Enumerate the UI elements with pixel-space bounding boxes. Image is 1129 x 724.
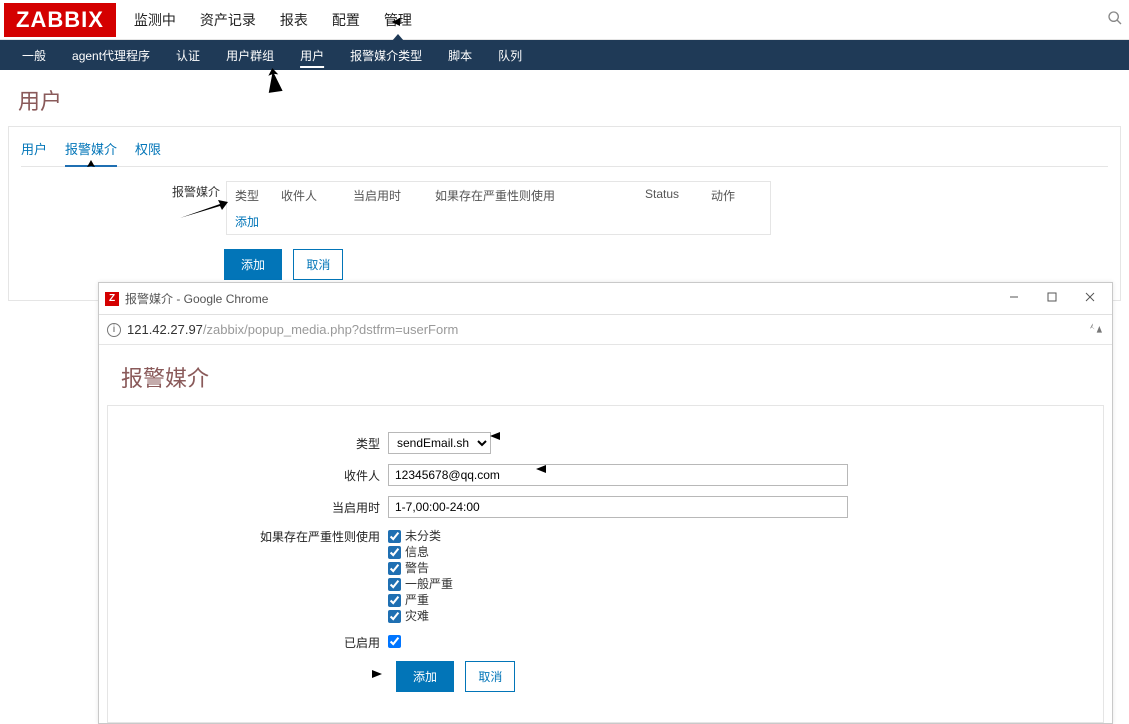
- severity-information[interactable]: [388, 546, 401, 559]
- when-active-input[interactable]: [388, 496, 848, 518]
- subnav-item-scripts[interactable]: 脚本: [446, 40, 474, 71]
- subnav-item-auth[interactable]: 认证: [174, 40, 202, 71]
- url-text: 121.42.27.97/zabbix/popup_media.php?dstf…: [127, 322, 458, 337]
- severity-disaster[interactable]: [388, 610, 401, 623]
- enabled-checkbox[interactable]: [388, 635, 401, 648]
- topnav-item-monitor[interactable]: 监测中: [132, 0, 178, 40]
- topnav-item-reports[interactable]: 报表: [278, 0, 310, 40]
- label-severity: 如果存在严重性则使用: [108, 528, 388, 545]
- subnav-item-proxies[interactable]: agent代理程序: [70, 40, 152, 71]
- tabs: 用户 报警媒介 权限: [21, 135, 1108, 167]
- popup-titlebar: Z 报警媒介 - Google Chrome: [99, 283, 1112, 315]
- zabbix-favicon-icon: Z: [105, 292, 119, 306]
- subnav-item-general[interactable]: 一般: [20, 40, 48, 71]
- topnav-item-config[interactable]: 配置: [330, 0, 362, 40]
- media-table: 类型 收件人 当启用时 如果存在严重性则使用 Status 动作 添加: [226, 181, 771, 235]
- severity-label: 严重: [405, 592, 429, 608]
- label-enabled: 已启用: [108, 634, 388, 651]
- popup-window-title: 报警媒介 - Google Chrome: [125, 290, 268, 307]
- content-card: 用户 报警媒介 权限 报警媒介 类型 收件人 当启用时 如果存在严重性则使用 S…: [8, 126, 1121, 301]
- popup-heading: 报警媒介: [99, 345, 1112, 399]
- severity-warning[interactable]: [388, 562, 401, 575]
- severity-checkboxes: 未分类 信息 警告 一般严重 严重 灾难: [388, 528, 453, 624]
- add-button[interactable]: 添加: [224, 249, 282, 280]
- top-header: ZABBIX 监测中 资产记录 报表 配置 管理: [0, 0, 1129, 40]
- search-icon[interactable]: [1107, 10, 1123, 29]
- topnav-item-admin[interactable]: 管理: [382, 0, 414, 40]
- label-recipient: 收件人: [108, 467, 388, 484]
- severity-label: 未分类: [405, 528, 441, 544]
- media-col-whenactive: 当启用时: [353, 187, 435, 204]
- maximize-icon[interactable]: [1034, 283, 1070, 311]
- type-select[interactable]: sendEmail.sh: [388, 432, 491, 454]
- label-when: 当启用时: [108, 499, 388, 516]
- page-title: 用户: [0, 70, 1129, 126]
- media-col-type: 类型: [235, 187, 281, 204]
- topnav-item-inventory[interactable]: 资产记录: [198, 0, 258, 40]
- popup-cancel-button[interactable]: 取消: [465, 661, 515, 692]
- media-col-sendto: 收件人: [281, 187, 353, 204]
- logo[interactable]: ZABBIX: [4, 3, 116, 37]
- severity-not-classified[interactable]: [388, 530, 401, 543]
- label-type: 类型: [108, 435, 388, 452]
- media-col-status: Status: [645, 187, 711, 204]
- popup-form: 类型 sendEmail.sh 收件人 当启用时: [107, 405, 1104, 723]
- subnav-item-queue[interactable]: 队列: [496, 40, 524, 71]
- subnav-item-mediatypes[interactable]: 报警媒介类型: [348, 40, 424, 71]
- severity-label: 信息: [405, 544, 429, 560]
- top-nav: 监测中 资产记录 报表 配置 管理: [132, 0, 414, 40]
- media-add-link[interactable]: 添加: [235, 215, 259, 229]
- severity-average[interactable]: [388, 578, 401, 591]
- recipient-input[interactable]: [388, 464, 848, 486]
- severity-label: 灾难: [405, 608, 429, 624]
- minimize-icon[interactable]: [996, 283, 1032, 311]
- media-col-severity: 如果存在严重性则使用: [435, 187, 645, 204]
- tab-user[interactable]: 用户: [21, 135, 47, 166]
- severity-label: 警告: [405, 560, 429, 576]
- tab-media[interactable]: 报警媒介: [65, 135, 117, 167]
- subnav-item-users[interactable]: 用户: [298, 40, 326, 71]
- media-col-action: 动作: [711, 187, 751, 204]
- translate-icon[interactable]: [1088, 320, 1104, 339]
- subnav-item-usergroups[interactable]: 用户群组: [224, 40, 276, 71]
- severity-high[interactable]: [388, 594, 401, 607]
- cancel-button[interactable]: 取消: [293, 249, 343, 280]
- popup-window: Z 报警媒介 - Google Chrome i 121.42.27.97/za…: [98, 282, 1113, 724]
- address-bar: i 121.42.27.97/zabbix/popup_media.php?ds…: [99, 315, 1112, 345]
- info-icon[interactable]: i: [107, 323, 121, 337]
- tab-permissions[interactable]: 权限: [135, 135, 161, 166]
- close-icon[interactable]: [1072, 283, 1108, 311]
- popup-add-button[interactable]: 添加: [396, 661, 454, 692]
- sub-nav: 一般 agent代理程序 认证 用户群组 用户 报警媒介类型 脚本 队列: [0, 40, 1129, 70]
- severity-label: 一般严重: [405, 576, 453, 592]
- media-section-label: 报警媒介: [166, 181, 226, 200]
